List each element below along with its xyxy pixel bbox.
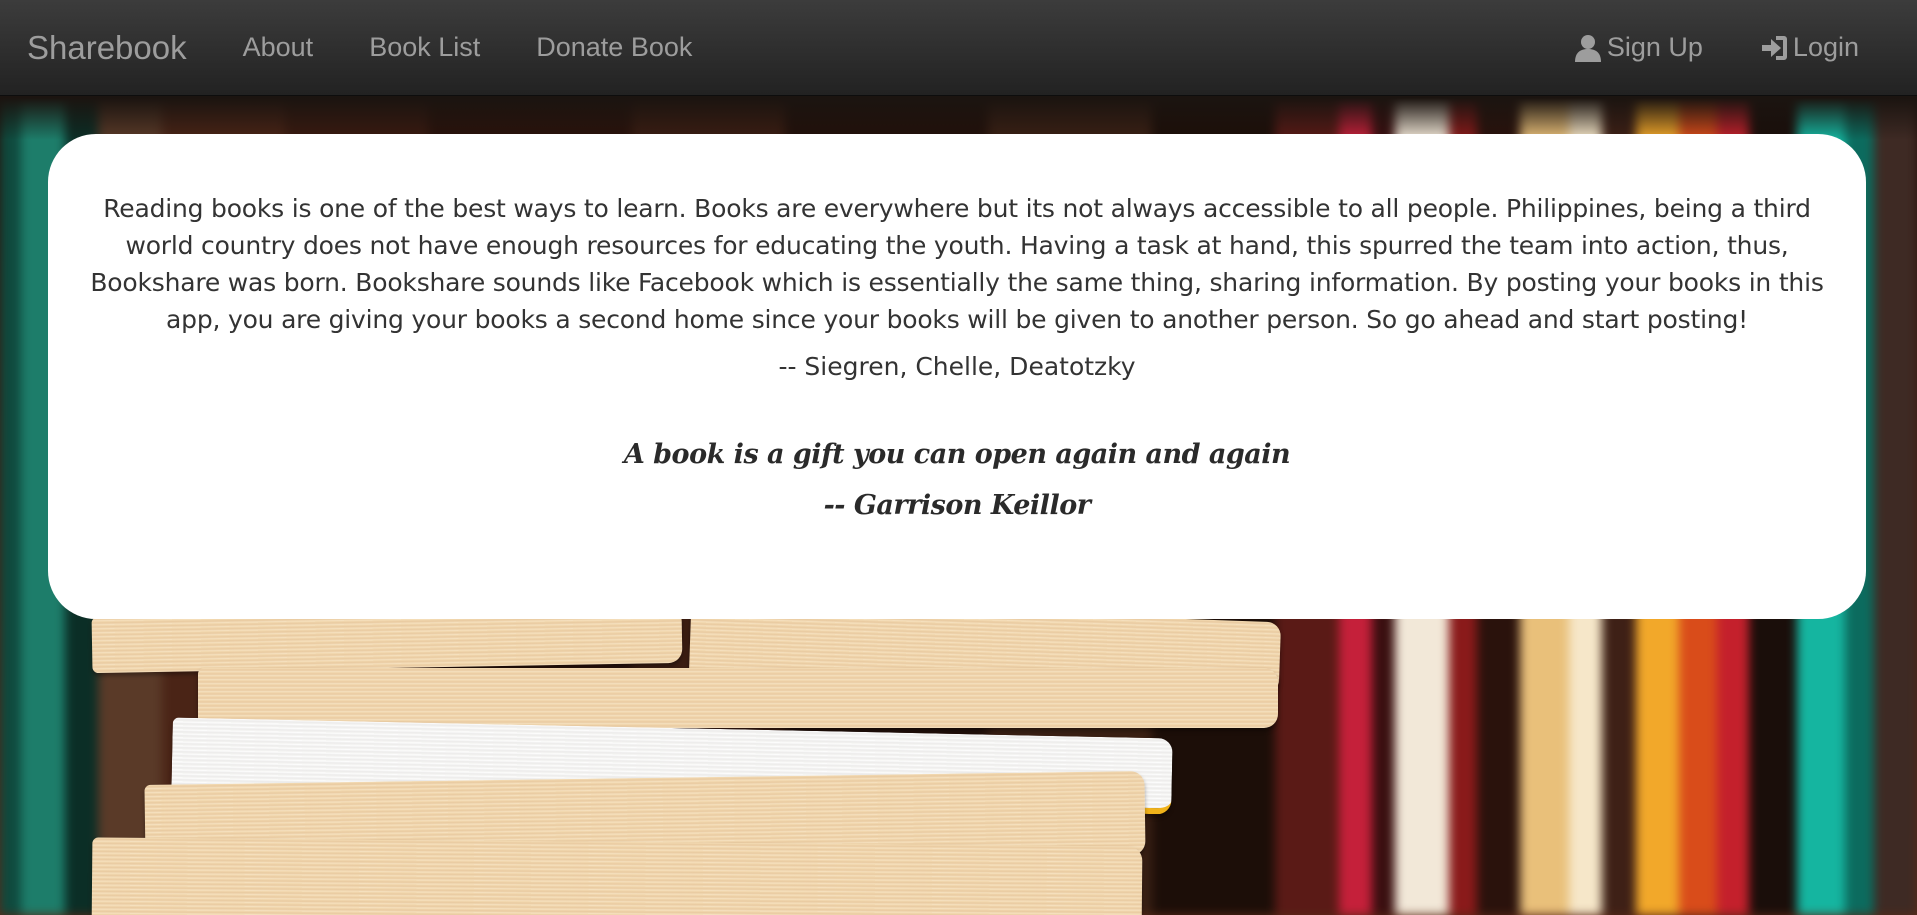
login-label: Login [1792, 32, 1859, 62]
nav-right-group: Sign Up Login [1545, 32, 1887, 63]
sign-up-link[interactable]: Sign Up [1545, 32, 1731, 63]
intro-card: Reading books is one of the best ways to… [48, 134, 1866, 619]
login-icon [1759, 33, 1789, 63]
nav-link-about[interactable]: About [215, 32, 342, 63]
quote-author: -- Garrison Keillor [823, 490, 1091, 521]
nav-link-book-list[interactable]: Book List [341, 32, 508, 63]
login-link[interactable]: Login [1731, 32, 1887, 63]
nav-link-donate-book[interactable]: Donate Book [508, 32, 720, 63]
quote-text: A book is a gift you can open again and … [623, 439, 1291, 470]
user-icon [1573, 33, 1603, 63]
sign-up-label: Sign Up [1606, 32, 1703, 62]
top-navbar: Sharebook About Book List Donate Book Si… [0, 0, 1917, 96]
page: Sharebook About Book List Donate Book Si… [0, 0, 1917, 915]
brand-link[interactable]: Sharebook [27, 29, 187, 67]
intro-authors: -- Siegren, Chelle, Deatotzky [778, 352, 1136, 381]
intro-paragraph: Reading books is one of the best ways to… [90, 194, 1824, 334]
